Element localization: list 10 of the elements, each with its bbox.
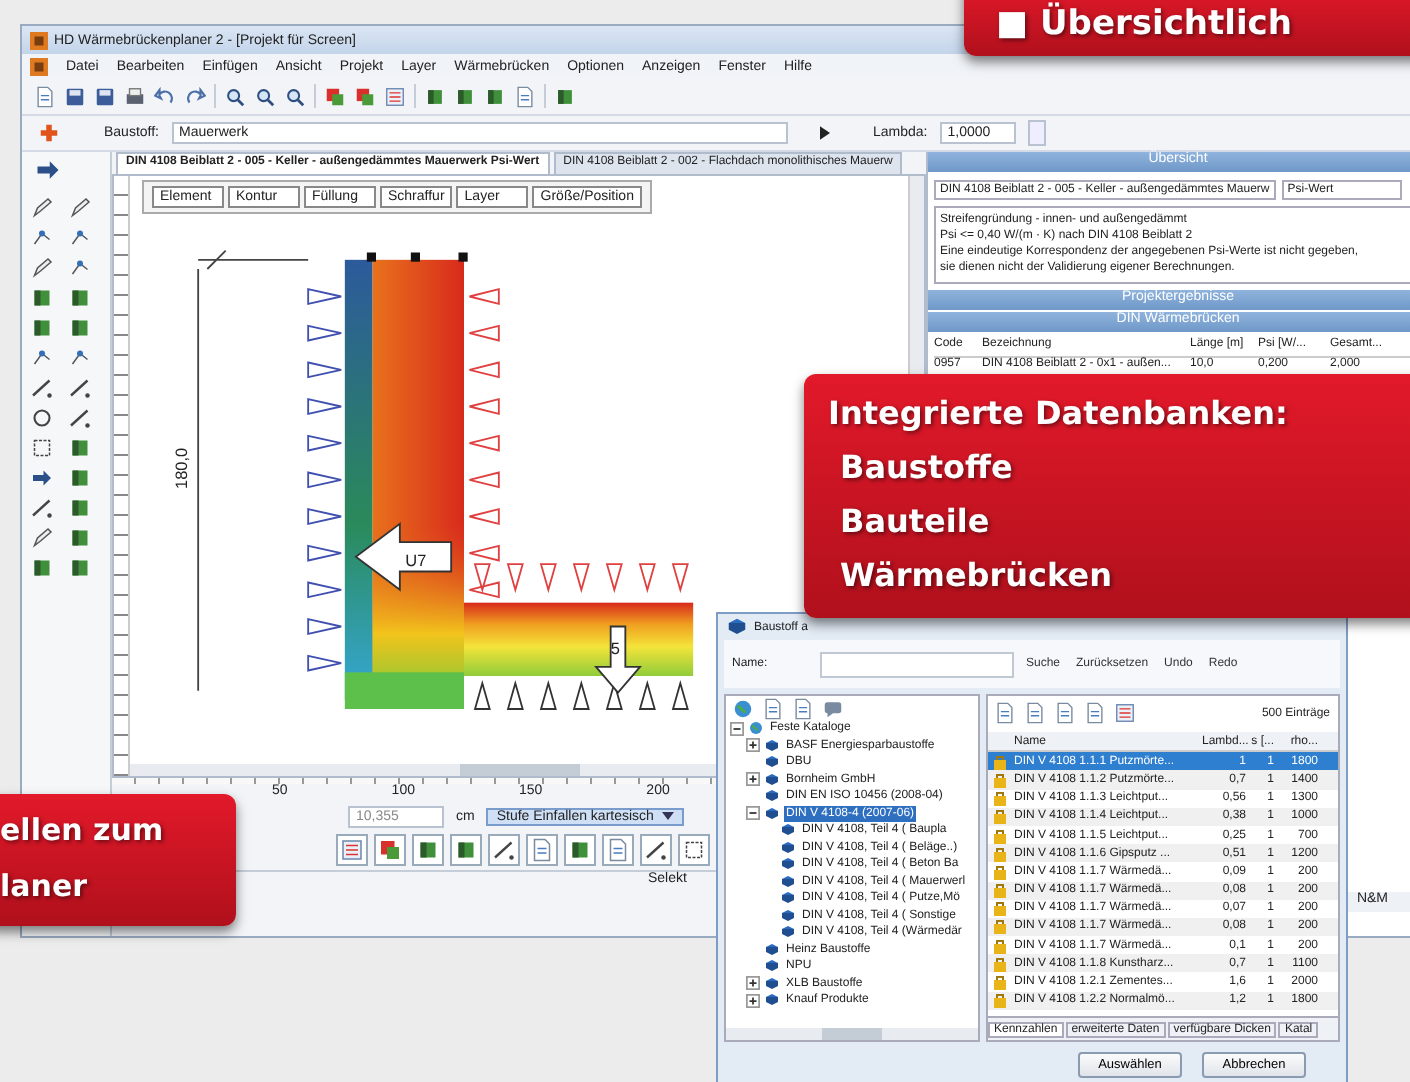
banner-text: laner xyxy=(0,866,90,908)
banner-text: Wärmebrücken xyxy=(838,554,1114,598)
banner-text: Bauteile xyxy=(838,500,992,544)
banner-text: ■ Übersichtlich xyxy=(996,4,1294,44)
marker-label: 5 xyxy=(610,640,620,658)
banner-text: Baustoffe xyxy=(838,446,1015,490)
banner-text: ellen zum xyxy=(0,810,166,852)
banner-text: Integrierte Datenbanken: xyxy=(828,392,1290,436)
dimension-label: 180,0 xyxy=(173,447,192,489)
marker-label: U7 xyxy=(405,552,427,570)
